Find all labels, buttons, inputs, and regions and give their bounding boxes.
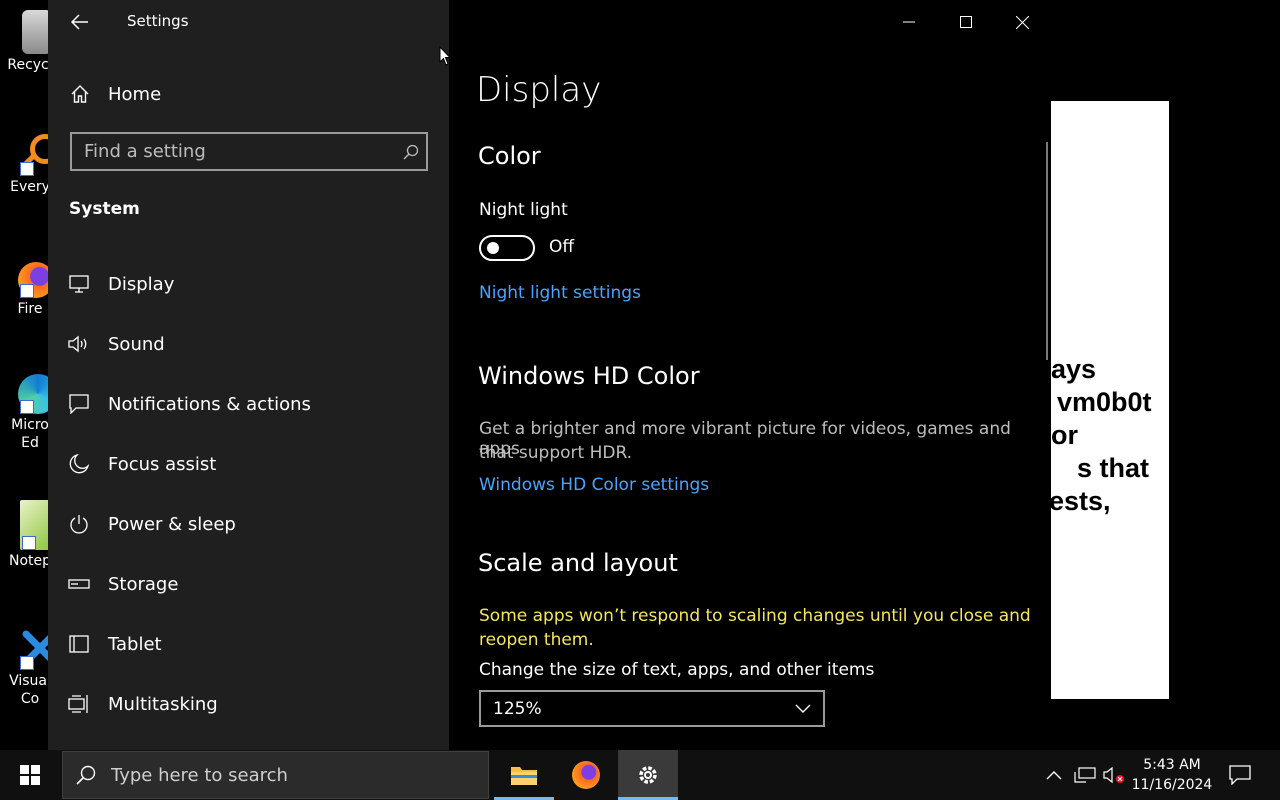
- tray-network-button[interactable]: [1072, 750, 1098, 800]
- notification-icon: [68, 394, 90, 414]
- taskbar-firefox[interactable]: [556, 750, 616, 800]
- app-title: Settings: [127, 12, 189, 30]
- shortcut-arrow-icon: [20, 284, 34, 298]
- action-center-button[interactable]: [1222, 750, 1258, 800]
- chevron-down-icon: [795, 704, 811, 713]
- nav-item-label: Focus assist: [108, 453, 217, 475]
- maximize-icon: [959, 16, 972, 28]
- notepad-plus-icon: [20, 500, 50, 550]
- power-icon: [68, 514, 90, 534]
- speaker-icon: [68, 335, 90, 353]
- tray-overflow-button[interactable]: [1042, 750, 1066, 800]
- nav-item-label: Tablet: [108, 633, 162, 655]
- moon-icon: [68, 454, 90, 474]
- notification-icon: [1229, 765, 1251, 785]
- window-controls: [880, 0, 1051, 44]
- folder-icon: [511, 767, 537, 785]
- toggle-knob: [487, 242, 499, 254]
- maximize-button[interactable]: [937, 0, 994, 44]
- back-arrow-icon: [71, 14, 88, 30]
- background-window[interactable]: ays vm0b0t or s that ests,: [1051, 101, 1169, 699]
- clock-date: 11/16/2024: [1131, 777, 1213, 793]
- background-window-text: ays vm0b0t or s that ests,: [1051, 354, 1152, 516]
- hd-color-settings-link[interactable]: Windows HD Color settings: [479, 475, 709, 495]
- system-nav-list: Display Sound Notifications & actions Fo…: [48, 254, 449, 734]
- nav-item-label: Display: [108, 273, 175, 295]
- close-icon: [1016, 15, 1029, 29]
- mouse-cursor-icon: [439, 46, 451, 66]
- minimize-button[interactable]: [880, 0, 937, 44]
- settings-content: Display Color Night light Off Night ligh…: [449, 0, 1051, 750]
- nav-item-label: Storage: [108, 573, 179, 595]
- taskbar-search[interactable]: [62, 751, 489, 799]
- clock-time: 5:43 AM: [1143, 757, 1201, 773]
- find-setting-input[interactable]: [72, 140, 396, 163]
- shortcut-arrow-icon: [20, 656, 34, 670]
- shortcut-arrow-icon: [20, 162, 34, 176]
- chevron-up-icon: [1046, 771, 1062, 780]
- tray-volume-button[interactable]: [1102, 750, 1126, 800]
- nav-item-display[interactable]: Display: [48, 254, 449, 314]
- nav-home-label: Home: [108, 83, 162, 105]
- scale-warning-line1: Some apps won’t respond to scaling chang…: [479, 606, 1031, 626]
- hd-color-heading: Windows HD Color: [478, 362, 700, 390]
- nav-item-sound[interactable]: Sound: [48, 314, 449, 374]
- section-system: System: [69, 199, 140, 219]
- taskbar-settings[interactable]: [618, 750, 678, 800]
- nav-item-power-sleep[interactable]: Power & sleep: [48, 494, 449, 554]
- taskbar-search-input[interactable]: [109, 763, 488, 787]
- night-light-settings-link[interactable]: Night light settings: [479, 283, 641, 303]
- night-light-toggle[interactable]: [479, 235, 535, 261]
- night-light-state: Off: [549, 237, 575, 257]
- home-icon: [68, 84, 92, 104]
- multitasking-icon: [68, 694, 90, 714]
- shortcut-arrow-icon: [22, 536, 36, 550]
- find-setting-search[interactable]: [70, 132, 428, 171]
- back-button[interactable]: [64, 6, 96, 38]
- nav-item-storage[interactable]: Storage: [48, 554, 449, 614]
- page-title: Display: [476, 70, 602, 110]
- taskbar: 5:43 AM 11/16/2024: [0, 750, 1280, 800]
- search-icon: [63, 765, 109, 785]
- nav-item-notifications[interactable]: Notifications & actions: [48, 374, 449, 434]
- nav-item-label: Multitasking: [108, 693, 218, 715]
- close-button[interactable]: [994, 0, 1051, 44]
- content-scrollbar[interactable]: [1046, 142, 1048, 360]
- scale-dropdown[interactable]: 125%: [479, 690, 825, 727]
- scale-label: Change the size of text, apps, and other…: [479, 660, 875, 680]
- search-icon[interactable]: [396, 144, 426, 160]
- nav-item-focus-assist[interactable]: Focus assist: [48, 434, 449, 494]
- start-button[interactable]: [0, 750, 60, 800]
- tablet-icon: [68, 635, 90, 653]
- scale-layout-heading: Scale and layout: [478, 549, 678, 577]
- gear-icon: [639, 766, 657, 784]
- minimize-icon: [902, 21, 915, 23]
- nav-item-label: Sound: [108, 333, 165, 355]
- scale-warning-line2: reopen them.: [479, 630, 594, 650]
- taskbar-clock[interactable]: 5:43 AM 11/16/2024: [1128, 755, 1216, 795]
- nav-home[interactable]: Home: [68, 76, 428, 112]
- nav-item-tablet[interactable]: Tablet: [48, 614, 449, 674]
- volume-muted-icon: [1103, 766, 1124, 784]
- nav-item-multitasking[interactable]: Multitasking: [48, 674, 449, 734]
- nav-item-label: Power & sleep: [108, 513, 236, 535]
- nav-item-label: Notifications & actions: [108, 393, 311, 415]
- monitor-icon: [68, 275, 90, 293]
- settings-sidebar: Settings Home System Display Sound: [48, 0, 449, 750]
- windows-logo-icon: [20, 765, 40, 785]
- settings-window: Settings Home System Display Sound: [48, 0, 1051, 750]
- color-heading: Color: [478, 142, 541, 170]
- storage-icon: [68, 578, 90, 590]
- taskbar-file-explorer[interactable]: [494, 750, 554, 800]
- scale-dropdown-value: 125%: [493, 698, 542, 719]
- network-icon: [1074, 767, 1096, 783]
- shortcut-arrow-icon: [20, 400, 34, 414]
- hd-color-description-line2: that support HDR.: [479, 443, 633, 463]
- night-light-label: Night light: [479, 200, 568, 220]
- firefox-icon: [572, 761, 600, 789]
